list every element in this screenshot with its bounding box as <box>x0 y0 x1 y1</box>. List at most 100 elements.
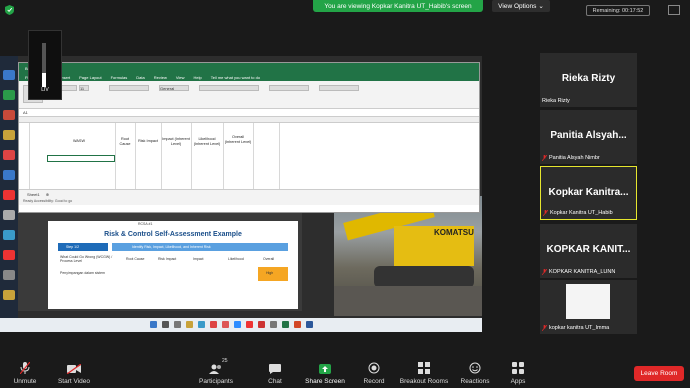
participant-tile[interactable]: Rieka Rizty Rieka Rizty <box>540 53 637 107</box>
cell-wasw[interactable]: WASW <box>59 139 99 144</box>
reactions-button[interactable]: Reactions <box>458 356 492 388</box>
spreadsheet-grid[interactable]: WASW Root Cause Risk Impact Impact (Inhe… <box>19 117 479 189</box>
chat-label: Chat <box>268 378 282 385</box>
menu-formulas[interactable]: Formulas <box>111 75 128 80</box>
desktop-shortcut-icon[interactable] <box>3 130 15 140</box>
chrome-icon[interactable] <box>210 321 217 328</box>
app-icon[interactable] <box>246 321 253 328</box>
desktop-shortcut-icon[interactable] <box>3 270 15 280</box>
zoom-app-icon[interactable] <box>234 321 241 328</box>
grid-line <box>253 123 254 189</box>
speaker-view-icon[interactable] <box>668 5 680 15</box>
desktop-shortcut-icon[interactable] <box>3 70 15 80</box>
slide-row-text: Penyimpangan dalam sistem <box>60 271 105 275</box>
excel-app-icon[interactable] <box>282 321 289 328</box>
app-icon[interactable] <box>258 321 265 328</box>
rocks <box>334 286 482 316</box>
formula-bar[interactable]: A1 <box>19 109 479 117</box>
excel-status-bar: Ready Accessibility: Good to go <box>19 199 479 205</box>
slide-title: Risk & Control Self-Assessment Example <box>104 231 242 238</box>
powerpoint-app-icon[interactable] <box>294 321 301 328</box>
cell-root-cause[interactable]: Root Cause <box>116 137 134 146</box>
name-box[interactable]: A1 <box>23 110 28 115</box>
menu-data[interactable]: Data <box>136 75 144 80</box>
font-size-select[interactable]: 11 <box>79 85 89 91</box>
view-options-button[interactable]: View Options ⌄ <box>492 0 550 12</box>
desktop-shortcut-icon[interactable] <box>3 110 15 120</box>
desktop-shortcut-icon[interactable] <box>3 290 15 300</box>
participant-name-label: Kopkar Kanitra UT_Habib <box>543 210 613 216</box>
excel-window[interactable]: Book1 - Excel File Home Insert Page Layo… <box>18 62 480 213</box>
cells-group[interactable] <box>269 85 309 91</box>
unmute-button[interactable]: Unmute <box>8 356 42 388</box>
record-icon <box>368 362 380 374</box>
slide-root-cause: Root Cause <box>126 257 145 261</box>
rcsa-slide: RCSA #1 Risk & Control Self-Assessment E… <box>48 221 298 309</box>
word-app-icon[interactable] <box>306 321 313 328</box>
cell-overall[interactable]: Overall (Inherent Level) <box>224 135 252 144</box>
editing-group[interactable] <box>319 85 359 91</box>
start-icon[interactable] <box>150 321 157 328</box>
cell-risk-impact[interactable]: Risk Impact <box>136 139 160 144</box>
share-screen-button[interactable]: Share Screen <box>304 356 346 388</box>
menu-page-layout[interactable]: Page Layout <box>79 75 101 80</box>
shared-screen[interactable]: KOMATSU RCSA #1 Risk & Control Self-Asse… <box>0 56 482 332</box>
participant-name-label: KOPKAR KANITRA_LUNN <box>542 269 615 275</box>
chat-button[interactable]: Chat <box>262 356 288 388</box>
participant-name: Kopkar Kanitra UT_Habib <box>550 210 613 216</box>
record-label: Record <box>363 378 385 385</box>
slide-likelihood: Likelihood <box>228 257 244 261</box>
desktop-shortcut-icon[interactable] <box>3 210 15 220</box>
apps-button[interactable]: Apps <box>506 356 530 388</box>
remaining-time: Remaining: 00:17:52 <box>586 5 650 16</box>
grid-line <box>135 123 136 189</box>
excavator-brand: KOMATSU <box>434 228 474 237</box>
desktop-shortcut-icon[interactable] <box>3 230 15 240</box>
alignment-group[interactable] <box>109 85 149 91</box>
task-view-icon[interactable] <box>174 321 181 328</box>
app-icon[interactable] <box>270 321 277 328</box>
reactions-label: Reactions <box>460 378 490 385</box>
menu-view[interactable]: View <box>176 75 185 80</box>
add-sheet-icon[interactable]: ⊕ <box>46 192 49 197</box>
desktop-shortcut-icon[interactable] <box>3 90 15 100</box>
cell-likelihood[interactable]: Likelihood (Inherent Level) <box>192 137 222 146</box>
styles-group[interactable] <box>199 85 259 91</box>
viewing-screen-banner: You are viewing Kopkar Kanitra UT_Habib'… <box>313 0 483 12</box>
view-options-label: View Options <box>498 2 537 10</box>
chevron-down-icon: ⌄ <box>538 3 544 10</box>
mic-muted-icon <box>543 210 548 216</box>
meeting-toolbar: Unmute Start Video Participants 25 Chat … <box>0 356 690 388</box>
app-icon[interactable] <box>222 321 229 328</box>
edge-icon[interactable] <box>198 321 205 328</box>
participant-tile[interactable]: kopkar kanitra UT_Imma <box>540 280 637 334</box>
security-shield-icon[interactable] <box>5 5 14 15</box>
desktop-shortcut-icon[interactable] <box>3 170 15 180</box>
participant-name: KOPKAR KANITRA_LUNN <box>549 269 616 275</box>
participant-tile-active-speaker[interactable]: Kopkar Kanitra... Kopkar Kanitra UT_Habi… <box>540 166 637 220</box>
menu-review[interactable]: Review <box>154 75 167 80</box>
grid-line <box>161 123 162 189</box>
sheet-tab[interactable]: Sheet1 <box>27 192 40 197</box>
breakout-rooms-button[interactable]: Breakout Rooms <box>398 356 450 388</box>
participants-button[interactable]: Participants 25 <box>194 356 238 388</box>
desktop-shortcut-icon[interactable] <box>3 190 15 200</box>
desktop-shortcut-icon[interactable] <box>3 150 15 160</box>
selected-cell[interactable] <box>47 155 115 162</box>
video-off-icon <box>67 364 81 374</box>
file-explorer-icon[interactable] <box>186 321 193 328</box>
number-format-select[interactable]: General <box>159 85 189 91</box>
search-icon[interactable] <box>162 321 169 328</box>
grid-line <box>29 123 30 189</box>
participant-tile[interactable]: KOPKAR KANIT... KOPKAR KANITRA_LUNN <box>540 224 637 278</box>
leave-room-button[interactable]: Leave Room <box>634 366 684 381</box>
cell-impact[interactable]: Impact (Inherent Level) <box>162 137 190 146</box>
menu-help[interactable]: Help <box>193 75 201 80</box>
desktop-shortcut-icon[interactable] <box>3 250 15 260</box>
start-video-button[interactable]: Start Video <box>54 356 94 388</box>
excavator-track <box>374 266 474 288</box>
share-screen-icon <box>319 364 331 374</box>
record-button[interactable]: Record <box>360 356 388 388</box>
participant-tile[interactable]: Panitia Alsyah... Panitia Alsyah Nimbr <box>540 110 637 164</box>
tell-me-search[interactable]: Tell me what you want to do <box>211 75 260 80</box>
